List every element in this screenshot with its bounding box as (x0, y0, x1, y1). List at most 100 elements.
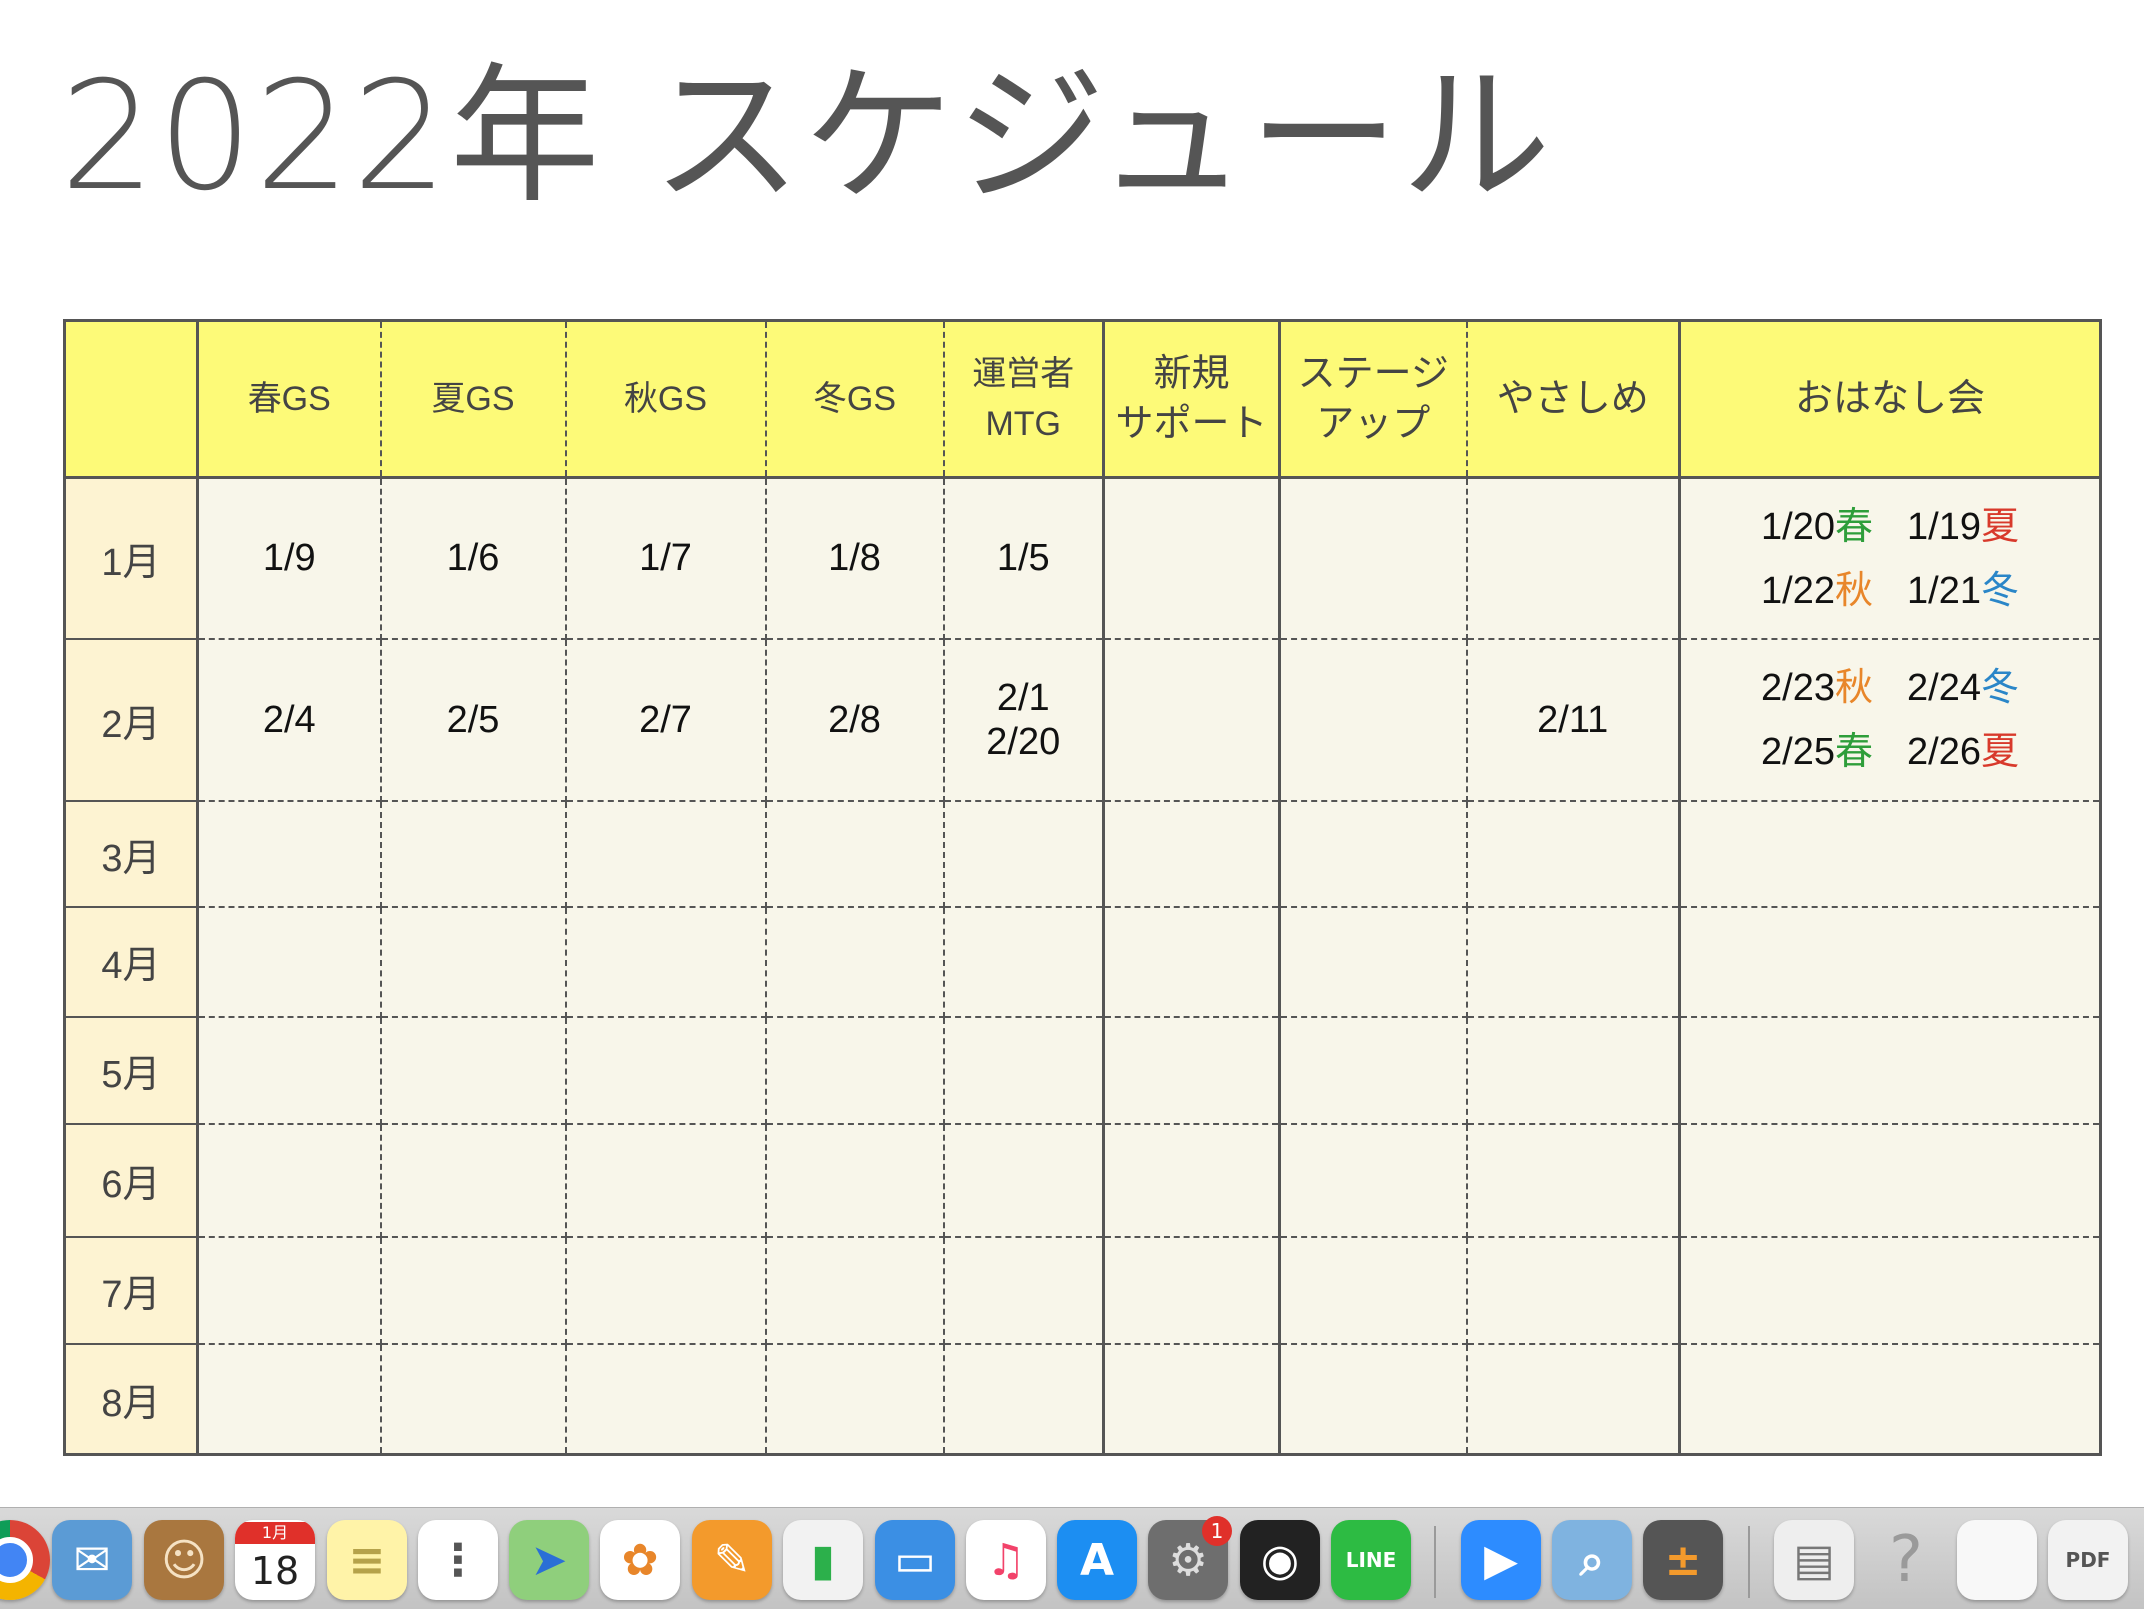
dock-icon-glyph: ± (1664, 1534, 1702, 1586)
column-header: ステージ アップ (1278, 319, 1468, 479)
dock-icon-glyph: PDF (2065, 1548, 2111, 1572)
schedule-cell (379, 1236, 567, 1346)
schedule-cell (942, 1236, 1105, 1346)
month-label: 4月 (63, 906, 199, 1018)
column-header: 夏GS (379, 319, 567, 479)
ohanashi-cell (1678, 1343, 2102, 1456)
schedule-cell (1102, 638, 1281, 802)
dock-icon-glyph: ➤ (530, 1534, 568, 1586)
ohanashi-line: 1/22秋 1/21冬 (1681, 559, 2099, 623)
table-row: 5月 (63, 1015, 2102, 1126)
calendar-icon[interactable]: 1月 18 (235, 1520, 315, 1600)
schedule-cell (1465, 906, 1681, 1018)
music-icon[interactable]: ♫ (966, 1520, 1046, 1600)
system-preferences-icon[interactable]: ⚙ 1 (1148, 1516, 1232, 1600)
slide-title: 2022年 スケジュール (60, 50, 1553, 224)
contacts-icon[interactable]: ☺ (144, 1520, 224, 1600)
month-label: 1月 (63, 476, 199, 641)
schedule-cell (379, 1123, 567, 1239)
schedule-cell (379, 1015, 567, 1126)
ohanashi-cell (1678, 906, 2102, 1018)
column-header: 秋GS (564, 319, 767, 479)
ohanashi-line: 2/23秋 2/24冬 (1681, 656, 2099, 720)
zoom-icon[interactable]: ▶ (1461, 1520, 1541, 1600)
season-label: 冬 (1980, 667, 2019, 710)
ohanashi-date: 2/23 (1761, 667, 1835, 710)
header-corner (63, 319, 199, 479)
schedule-cell: 2/5 (379, 638, 567, 802)
season-label: 夏 (1980, 505, 2019, 548)
line-icon[interactable]: LINE (1331, 1520, 1411, 1600)
calculator-icon[interactable]: ± (1643, 1520, 1723, 1600)
disk-document-icon[interactable]: ▤ (1774, 1520, 1854, 1600)
season-label: 春 (1834, 505, 1873, 548)
schedule-cell (564, 1343, 767, 1456)
table-row: 6月 (63, 1123, 2102, 1239)
obs-icon[interactable]: ◉ (1240, 1520, 1320, 1600)
schedule-cell (379, 1343, 567, 1456)
calendar-month: 1月 (235, 1522, 315, 1544)
schedule-cell (379, 799, 567, 909)
schedule-cell (764, 1236, 945, 1346)
schedule-cell (764, 799, 945, 909)
schedule-cell (1102, 799, 1281, 909)
table-row: 3月 (63, 799, 2102, 909)
season-label: 夏 (1980, 731, 2019, 774)
mail-icon[interactable]: ✉ (52, 1520, 132, 1600)
ohanashi-entry: 1/21冬 (1907, 559, 2019, 623)
preview-icon[interactable]: ⌕ (1552, 1520, 1632, 1600)
dock-icon-glyph: ▶ (1484, 1534, 1518, 1586)
ohanashi-date: 1/22 (1761, 569, 1835, 612)
schedule-cell: 2/11 (1465, 638, 1681, 802)
notes-icon[interactable]: ≡ (327, 1520, 407, 1600)
schedule-cell (942, 1123, 1105, 1239)
chrome-icon[interactable] (0, 1520, 50, 1600)
schedule-cell (764, 1343, 945, 1456)
schedule-cell: 1/6 (379, 476, 567, 641)
photos-icon[interactable]: ✿ (600, 1520, 680, 1600)
dock-icon-glyph: ♫ (986, 1534, 1026, 1586)
reminders-icon[interactable]: ⋮ (418, 1520, 498, 1600)
month-label: 2月 (63, 638, 199, 802)
schedule-cell (764, 906, 945, 1018)
schedule-cell (564, 1015, 767, 1126)
schedule-cell: 1/8 (764, 476, 945, 641)
season-label: 秋 (1834, 667, 1873, 710)
ohanashi-line: 1/20春 1/19夏 (1681, 495, 2099, 559)
season-label: 春 (1834, 731, 1873, 774)
season-label: 冬 (1980, 569, 2019, 612)
dock-icon-glyph: ✎ (713, 1534, 751, 1586)
ohanashi-date: 2/26 (1907, 731, 1981, 774)
schedule-cell (1102, 906, 1281, 1018)
schedule-cell (196, 906, 382, 1018)
column-header: 運営者 MTG (942, 319, 1105, 479)
app-store-icon[interactable]: A (1057, 1520, 1137, 1600)
column-header: 新規 サポート (1102, 319, 1281, 479)
question-mark-icon[interactable]: ? (1866, 1520, 1946, 1600)
schedule-cell: 2/1 2/20 (942, 638, 1105, 802)
table-row: 7月 (63, 1236, 2102, 1346)
schedule-cell: 1/5 (942, 476, 1105, 641)
month-label: 5月 (63, 1015, 199, 1126)
blank-document-icon[interactable] (1957, 1520, 2037, 1600)
ohanashi-entry: 2/26夏 (1907, 720, 2019, 784)
schedule-cell (1102, 1236, 1281, 1346)
table-row: 2月 2/4 2/5 2/7 2/8 2/1 2/20 2/11 2/23秋 2/24冬 2/25春… (63, 638, 2102, 802)
numbers-icon[interactable]: ▮ (783, 1520, 863, 1600)
schedule-cell (1102, 1015, 1281, 1126)
schedule-cell (196, 1236, 382, 1346)
schedule-cell: 2/8 (764, 638, 945, 802)
table-row: 1月 1/9 1/6 1/7 1/8 1/5 1/20春 1/19夏 1/22秋 1/21冬 (63, 476, 2102, 641)
calendar-day: 18 (250, 1549, 300, 1593)
keynote-icon[interactable]: ▭ (875, 1520, 955, 1600)
pdf-document-icon[interactable]: PDF (2048, 1520, 2128, 1600)
dock-icon-glyph: ☺ (161, 1534, 207, 1586)
schedule-cell: 1/7 (564, 476, 767, 641)
pages-icon[interactable]: ✎ (692, 1520, 772, 1600)
maps-icon[interactable]: ➤ (509, 1520, 589, 1600)
dock-icon-glyph: ⌕ (1579, 1534, 1605, 1586)
schedule-cell (1102, 1343, 1281, 1456)
ohanashi-line: 2/25春 2/26夏 (1681, 720, 2099, 784)
dock-icon-glyph: ≡ (348, 1534, 386, 1586)
month-label: 8月 (63, 1343, 199, 1456)
